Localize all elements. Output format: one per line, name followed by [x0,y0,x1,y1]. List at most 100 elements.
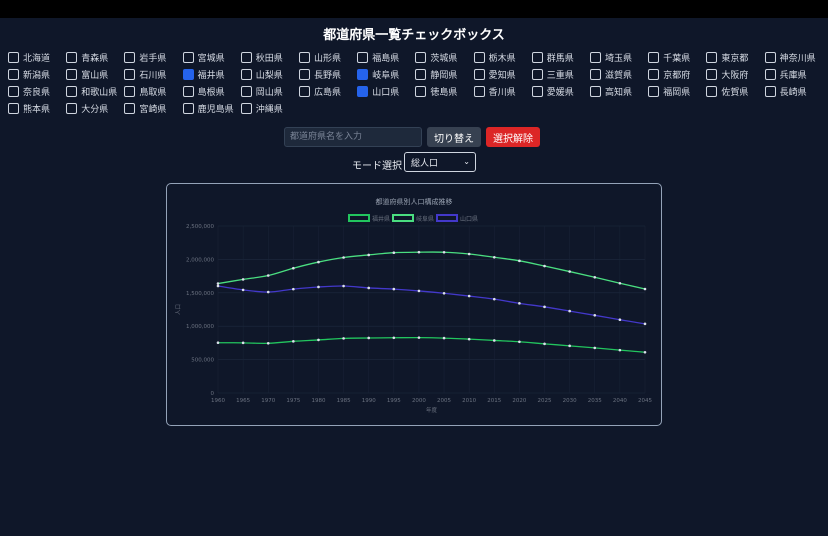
prefecture-checkbox-item[interactable]: 石川県 [124,66,166,82]
checkbox[interactable] [706,86,718,98]
prefecture-checkbox-item[interactable]: 山形県 [299,49,341,65]
prefecture-checkbox-item[interactable]: 奈良県 [8,84,50,100]
prefecture-checkbox-item[interactable]: 兵庫県 [764,66,807,82]
checkbox[interactable] [415,51,427,63]
mode-select[interactable]: 総人口 ⌄ [404,152,476,172]
toggle-button[interactable]: 切り替え [427,127,481,147]
prefecture-checkbox-item[interactable]: 群馬県 [531,49,574,65]
checkbox[interactable] [357,86,369,98]
checkbox[interactable] [66,68,78,80]
checkbox[interactable] [648,68,660,80]
checkbox[interactable] [124,103,136,115]
prefecture-checkbox-item[interactable]: 佐賀県 [706,84,748,100]
checkbox[interactable] [240,103,252,115]
checkbox[interactable] [590,51,601,63]
prefecture-checkbox-item[interactable]: 滋賀県 [590,66,632,82]
checkbox[interactable] [648,86,660,98]
checkbox[interactable] [182,86,194,98]
checkbox[interactable] [590,68,601,80]
prefecture-checkbox-item[interactable]: 埼玉県 [590,49,632,65]
checkbox[interactable] [648,51,660,63]
checkbox[interactable] [8,68,19,80]
checkbox[interactable] [66,86,78,98]
checkbox[interactable] [473,51,485,63]
checkbox[interactable] [299,86,310,98]
checkbox[interactable] [299,68,310,80]
prefecture-checkbox-item[interactable]: 栃木県 [473,49,516,65]
prefecture-checkbox-item[interactable]: 鳥取県 [124,84,166,100]
prefecture-checkbox-item[interactable]: 山口県 [357,84,399,100]
prefecture-checkbox-item[interactable]: 和歌山県 [66,84,117,100]
checkbox[interactable] [66,103,78,115]
checkbox[interactable] [8,103,19,115]
checkbox[interactable] [240,68,252,80]
prefecture-checkbox-item[interactable]: 神奈川県 [764,49,816,65]
checkbox[interactable] [764,86,776,98]
checkbox[interactable] [182,68,194,80]
checkbox[interactable] [124,68,136,80]
prefecture-checkbox-item[interactable]: 愛媛県 [531,84,574,100]
prefecture-checkbox-item[interactable]: 千葉県 [648,49,690,65]
checkbox[interactable] [706,51,718,63]
prefecture-checkbox-item[interactable]: 香川県 [473,84,516,100]
clear-selection-button[interactable]: 選択解除 [486,127,540,147]
checkbox[interactable] [124,51,136,63]
checkbox[interactable] [240,51,252,63]
prefecture-checkbox-item[interactable]: 愛知県 [473,66,516,82]
prefecture-checkbox-item[interactable]: 京都府 [648,66,690,82]
checkbox[interactable] [182,103,194,115]
prefecture-search-input[interactable] [284,127,422,147]
checkbox[interactable] [415,86,427,98]
checkbox[interactable] [764,68,776,80]
prefecture-checkbox-item[interactable]: 長野県 [299,66,341,82]
prefecture-checkbox-item[interactable]: 岩手県 [124,49,166,65]
checkbox[interactable] [8,51,19,63]
checkbox[interactable] [299,51,310,63]
prefecture-checkbox-item[interactable]: 青森県 [66,49,108,65]
prefecture-checkbox-item[interactable]: 北海道 [8,49,50,65]
prefecture-checkbox-item[interactable]: 富山県 [66,66,108,82]
prefecture-checkbox-item[interactable]: 岡山県 [240,84,283,100]
prefecture-checkbox-item[interactable]: 島根県 [182,84,225,100]
checkbox[interactable] [66,51,78,63]
checkbox[interactable] [531,51,543,63]
checkbox[interactable] [473,68,485,80]
prefecture-checkbox-item[interactable]: 広島県 [299,84,341,100]
prefecture-label: 広島県 [314,88,342,99]
prefecture-checkbox-item[interactable]: 熊本県 [8,101,50,117]
prefecture-checkbox-item[interactable]: 福井県 [182,66,225,82]
prefecture-checkbox-item[interactable]: 大阪府 [706,66,748,82]
prefecture-checkbox-item[interactable]: 東京都 [706,49,748,65]
prefecture-checkbox-item[interactable]: 鹿児島県 [182,101,234,117]
prefecture-checkbox-item[interactable]: 徳島県 [415,84,457,100]
checkbox[interactable] [415,68,427,80]
prefecture-checkbox-item[interactable]: 高知県 [590,84,632,100]
checkbox[interactable] [706,68,718,80]
checkbox[interactable] [764,51,776,63]
checkbox[interactable] [240,86,252,98]
prefecture-checkbox-item[interactable]: 大分県 [66,101,108,117]
prefecture-checkbox-item[interactable]: 福岡県 [648,84,690,100]
checkbox[interactable] [531,68,543,80]
prefecture-checkbox-item[interactable]: 山梨県 [240,66,283,82]
checkbox[interactable] [124,86,136,98]
checkbox[interactable] [357,51,369,63]
prefecture-checkbox-item[interactable]: 沖縄県 [240,101,283,117]
checkbox[interactable] [531,86,543,98]
checkbox[interactable] [8,86,19,98]
checkbox[interactable] [357,68,369,80]
prefecture-checkbox-item[interactable]: 秋田県 [240,49,283,65]
data-point [392,287,396,291]
prefecture-checkbox-item[interactable]: 静岡県 [415,66,457,82]
prefecture-checkbox-item[interactable]: 三重県 [531,66,574,82]
prefecture-checkbox-item[interactable]: 宮崎県 [124,101,166,117]
prefecture-checkbox-item[interactable]: 長崎県 [764,84,807,100]
checkbox[interactable] [473,86,485,98]
prefecture-checkbox-item[interactable]: 岐阜県 [357,66,399,82]
prefecture-checkbox-item[interactable]: 茨城県 [415,49,457,65]
checkbox[interactable] [590,86,601,98]
prefecture-checkbox-item[interactable]: 福島県 [357,49,399,65]
checkbox[interactable] [182,51,194,63]
prefecture-checkbox-item[interactable]: 宮城県 [182,49,225,65]
prefecture-checkbox-item[interactable]: 新潟県 [8,66,50,82]
